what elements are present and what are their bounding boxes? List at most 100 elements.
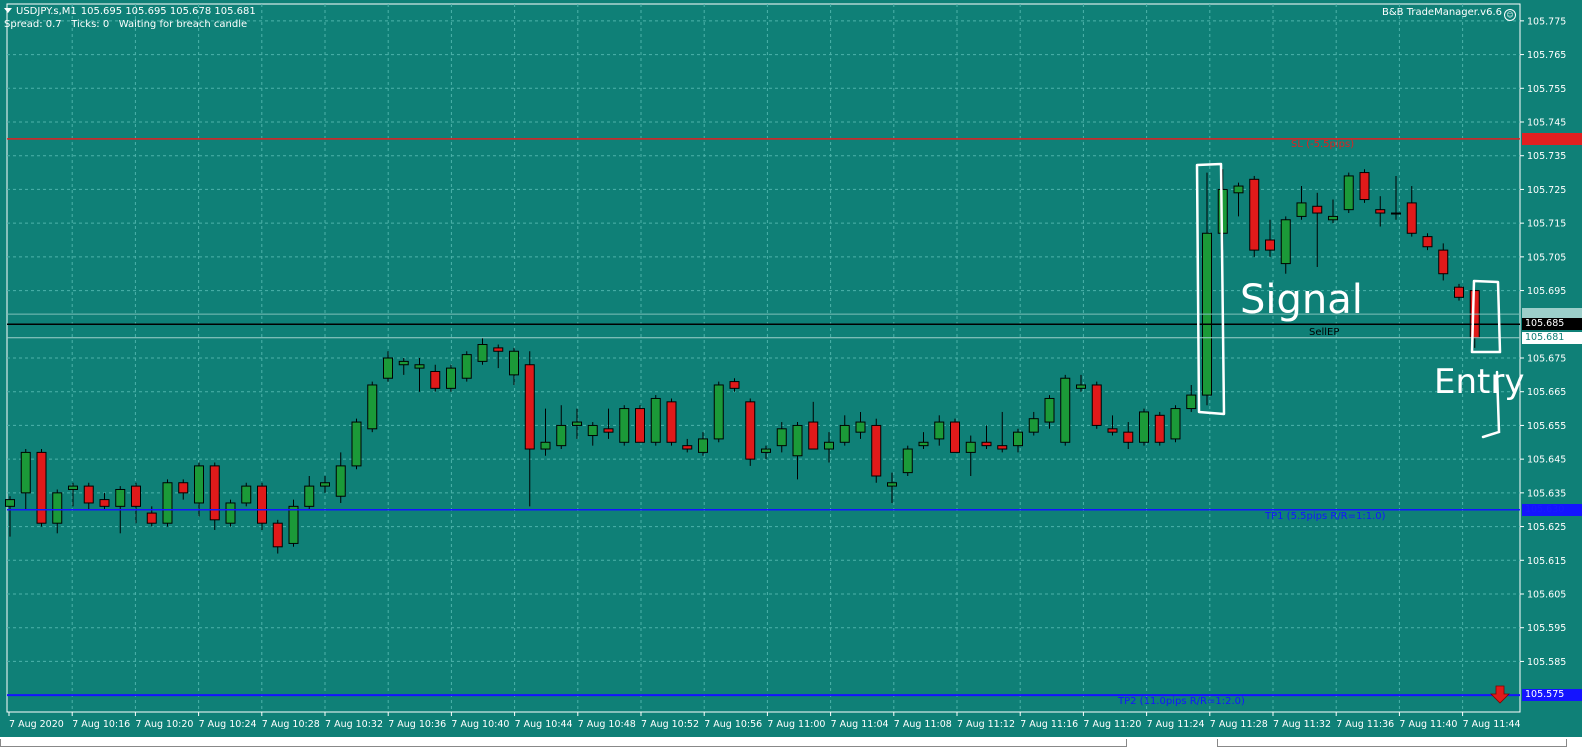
horizontal-scrollbar[interactable] [0,737,1582,749]
bull-candle-body [304,485,315,507]
candle [682,438,693,453]
candle [446,364,456,392]
candle [461,351,472,382]
time-tick-label: 7 Aug 10:20 [135,719,193,730]
expert-advisor-label[interactable]: B&B TradeManager.v6.6 ☺ [1382,7,1516,21]
bear-candle-body [1123,431,1134,443]
tp1-line-label: TP1 (5.5pips R/R=1:1.0) [1265,510,1386,522]
candle [1406,186,1417,237]
price-tick-label: 105.735 [1527,151,1566,162]
bull-candle-body [398,360,409,366]
bull-candle-body [650,397,661,443]
bear-candle-body [1265,239,1275,251]
bull-candle-body [1028,418,1039,433]
time-tick-label: 7 Aug 10:40 [451,719,509,730]
bull-candle-body [965,441,976,453]
candle [304,476,315,510]
candle [1044,395,1055,429]
candle [918,432,929,450]
time-tick-label: 7 Aug 10:52 [641,719,699,730]
candle [824,432,834,463]
candle [178,479,189,500]
bear-candle-body [871,424,882,477]
candle [288,499,299,547]
chart-window[interactable]: 105.775 105.765 105.755 105.745 105.735 105.7… [0,0,1582,749]
bear-candle-body [99,499,110,507]
bull-candle-body [446,367,456,389]
bull-candle-body [839,424,850,443]
candle [698,432,708,456]
candle [1233,182,1244,217]
bull-candle-body [572,421,582,426]
symbol-row: USDJPY.s,M1 105.695 105.695 105.678 105.6… [4,5,260,18]
time-tick-label: 7 Aug 11:32 [1273,719,1331,730]
bear-candle-body [1375,209,1386,214]
symbol-label: USDJPY.s,M1 [16,6,77,17]
bear-candle-body [1154,414,1165,443]
candle [808,401,819,450]
axes: 105.775 105.765 105.755 105.745 105.735 105.7… [8,16,1566,730]
candle [981,425,992,450]
bull-candle-body [824,441,834,450]
candle [52,489,63,534]
bull-candle-body [241,485,252,504]
price-tick-label: 105.775 [1527,16,1566,27]
bear-candle-body [997,445,1008,450]
bull-candle-body [540,441,551,450]
tp2-price-tag: 105.575 [1522,689,1582,702]
bull-candle-body [1076,384,1086,389]
bull-candle-body [1013,431,1023,447]
candle [603,408,614,439]
entry-line-label: SellEP [1309,327,1340,339]
candle [871,418,882,483]
bear-candle-body [1091,384,1102,426]
time-tick-label: 7 Aug 2020 [9,719,64,730]
bear-candle-body [257,485,267,524]
candle [635,405,645,443]
price-tick-label: 105.675 [1527,354,1566,365]
candlestick-chart[interactable]: 105.775 105.765 105.755 105.745 105.735 105.7… [0,0,1582,749]
bull-candle-body [367,384,378,430]
bull-candle-body [1328,215,1338,221]
sl-price-tag: 105.740 [1522,132,1582,145]
candle [383,351,393,382]
time-tick-label: 7 Aug 10:48 [578,719,636,730]
time-tick-label: 7 Aug 11:20 [1083,719,1141,730]
bull-candle-body [1060,377,1071,443]
bull-candle-body [162,482,173,524]
candle [99,492,110,510]
bull-candle-body [761,448,771,453]
bull-candle-body [68,485,78,490]
candle [1343,172,1354,214]
bear-candle-body [950,421,960,453]
candle [414,358,425,392]
chart-menu-triangle-icon[interactable] [4,8,12,13]
candle [1139,408,1149,446]
candle [83,482,94,510]
candle [729,378,740,392]
time-tick-label: 7 Aug 11:28 [1210,719,1268,730]
bear-candle-body [666,401,677,443]
candle [320,476,330,493]
bull-candle-body [713,384,724,440]
candle [1013,428,1023,453]
candle [839,415,850,446]
bear-candle-body [603,428,614,433]
ea-name: B&B TradeManager.v6.6 [1382,7,1502,18]
chart-header: USDJPY.s,M1 105.695 105.695 105.678 105.6… [4,5,260,31]
candle [619,405,630,446]
scrollbar-track-left [0,739,1127,747]
candle [351,418,362,470]
candle [713,381,724,443]
candle [68,482,78,507]
candle [1312,192,1323,267]
time-tick-label: 7 Aug 10:56 [704,719,762,730]
bull-candle-body [115,488,126,507]
smiley-icon: ☺ [1504,9,1516,21]
candle [398,358,409,375]
time-tick-label: 7 Aug 11:12 [957,719,1015,730]
bear-candle-body [808,421,819,450]
time-tick-label: 7 Aug 11:16 [1020,719,1078,730]
sell-arrow-icon[interactable] [1490,685,1510,704]
bull-candle-body [461,354,472,379]
